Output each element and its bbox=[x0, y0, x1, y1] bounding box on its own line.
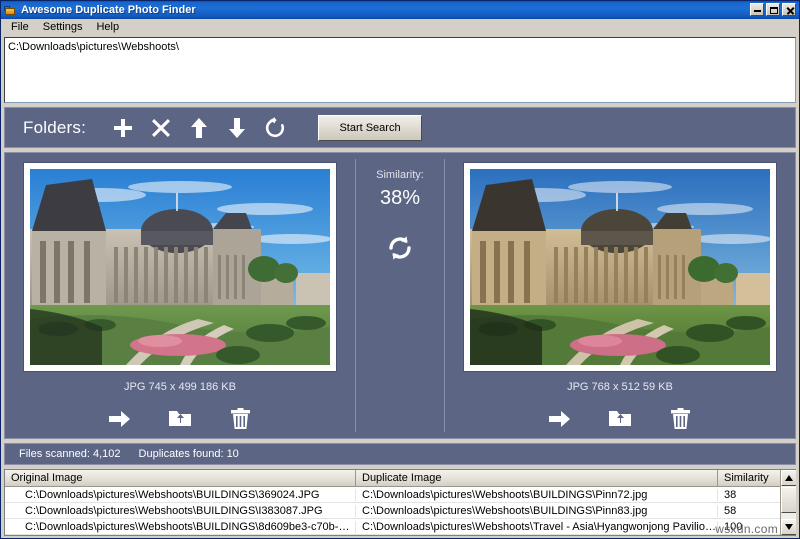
move-down-button[interactable] bbox=[220, 113, 254, 143]
add-folder-button[interactable] bbox=[106, 113, 140, 143]
cell-duplicate: C:\Downloads\pictures\Webshoots\Travel -… bbox=[356, 520, 718, 533]
column-header-original[interactable]: Original Image bbox=[5, 470, 356, 487]
arrow-down-icon bbox=[227, 117, 247, 139]
column-header-duplicate[interactable]: Duplicate Image bbox=[356, 470, 718, 487]
swap-images-button[interactable] bbox=[385, 234, 415, 264]
remove-folder-button[interactable] bbox=[144, 113, 178, 143]
folder-up-icon bbox=[609, 409, 631, 431]
folder-list-item[interactable]: C:\Downloads\pictures\Webshoots\ bbox=[8, 40, 792, 54]
arrow-right-icon bbox=[109, 410, 131, 431]
trash-icon bbox=[670, 408, 690, 432]
menu-item-settings[interactable]: Settings bbox=[37, 19, 89, 35]
duplicates-found-status: Duplicates found: 10 bbox=[138, 448, 239, 460]
table-header-row: Original Image Duplicate Image Similarit… bbox=[5, 470, 796, 487]
table-row[interactable]: C:\Downloads\pictures\Webshoots\BUILDING… bbox=[5, 503, 796, 519]
table-row[interactable]: C:\Downloads\pictures\Webshoots\BUILDING… bbox=[5, 487, 796, 503]
files-scanned-status: Files scanned: 4,102 bbox=[19, 448, 121, 460]
folders-label: Folders: bbox=[23, 117, 87, 137]
window-controls bbox=[750, 3, 796, 16]
cell-original: C:\Downloads\pictures\Webshoots\BUILDING… bbox=[5, 520, 356, 533]
move-up-button[interactable] bbox=[182, 113, 216, 143]
title-bar: Awesome Duplicate Photo Finder bbox=[1, 1, 799, 19]
results-table: Original Image Duplicate Image Similarit… bbox=[4, 469, 796, 536]
left-image-pane: JPG 745 x 499 186 KB bbox=[5, 153, 355, 438]
folder-up-icon bbox=[169, 409, 191, 431]
menu-item-file[interactable]: File bbox=[5, 19, 35, 35]
cell-duplicate: C:\Downloads\pictures\Webshoots\BUILDING… bbox=[356, 488, 718, 501]
right-image-meta: JPG 768 x 512 59 KB bbox=[567, 381, 673, 393]
right-image-pane: JPG 768 x 512 59 KB bbox=[445, 153, 795, 438]
open-image-button[interactable] bbox=[107, 407, 133, 433]
cell-original: C:\Downloads\pictures\Webshoots\BUILDING… bbox=[5, 488, 356, 501]
open-folder-button[interactable] bbox=[607, 407, 633, 433]
compare-panel: JPG 745 x 499 186 KB Similarity: 38% JPG… bbox=[4, 152, 796, 439]
cell-duplicate: C:\Downloads\pictures\Webshoots\BUILDING… bbox=[356, 504, 718, 517]
table-row[interactable]: C:\Downloads\pictures\Webshoots\BUILDING… bbox=[5, 519, 796, 535]
similarity-pane: Similarity: 38% bbox=[356, 153, 444, 438]
table-body: C:\Downloads\pictures\Webshoots\BUILDING… bbox=[5, 487, 796, 535]
application-window: Awesome Duplicate Photo Finder File Sett… bbox=[0, 0, 800, 539]
trash-icon bbox=[230, 408, 250, 432]
window-title: Awesome Duplicate Photo Finder bbox=[21, 4, 196, 16]
close-x-icon bbox=[151, 118, 171, 138]
menu-bar: File Settings Help bbox=[1, 19, 799, 36]
folder-list[interactable]: C:\Downloads\pictures\Webshoots\ bbox=[4, 37, 796, 103]
arrow-up-icon bbox=[189, 117, 209, 139]
left-image-meta: JPG 745 x 499 186 KB bbox=[124, 381, 236, 393]
delete-image-button[interactable] bbox=[667, 407, 693, 433]
status-bar: Files scanned: 4,102 Duplicates found: 1… bbox=[4, 443, 796, 465]
left-photo[interactable] bbox=[30, 169, 330, 365]
scroll-down-button[interactable] bbox=[781, 519, 796, 535]
scrollbar-thumb[interactable] bbox=[781, 487, 796, 513]
reset-button[interactable] bbox=[258, 113, 292, 143]
similarity-value: 38% bbox=[379, 187, 421, 209]
right-photo-frame bbox=[464, 163, 776, 371]
swap-icon bbox=[387, 235, 413, 264]
similarity-label: Similarity: bbox=[376, 169, 424, 181]
delete-image-button[interactable] bbox=[227, 407, 253, 433]
open-folder-button[interactable] bbox=[167, 407, 193, 433]
plus-icon bbox=[112, 117, 134, 139]
maximize-button[interactable] bbox=[766, 3, 780, 16]
minimize-button[interactable] bbox=[750, 3, 764, 16]
table-vertical-scrollbar[interactable] bbox=[780, 470, 796, 535]
refresh-icon bbox=[264, 116, 286, 139]
right-image-actions bbox=[547, 407, 693, 433]
close-button[interactable] bbox=[782, 3, 796, 16]
left-image-actions bbox=[107, 407, 253, 433]
folders-toolbar: Folders: Start Search bbox=[4, 107, 796, 148]
cell-original: C:\Downloads\pictures\Webshoots\BUILDING… bbox=[5, 504, 356, 517]
start-search-button[interactable]: Start Search bbox=[318, 114, 423, 141]
open-image-button[interactable] bbox=[547, 407, 573, 433]
left-photo-frame bbox=[24, 163, 336, 371]
arrow-right-icon bbox=[549, 410, 571, 431]
scroll-up-button[interactable] bbox=[781, 470, 796, 486]
app-icon bbox=[4, 4, 17, 17]
menu-item-help[interactable]: Help bbox=[90, 19, 125, 35]
caret-down-icon bbox=[785, 521, 793, 533]
caret-up-icon bbox=[785, 472, 793, 484]
right-photo[interactable] bbox=[470, 169, 770, 365]
